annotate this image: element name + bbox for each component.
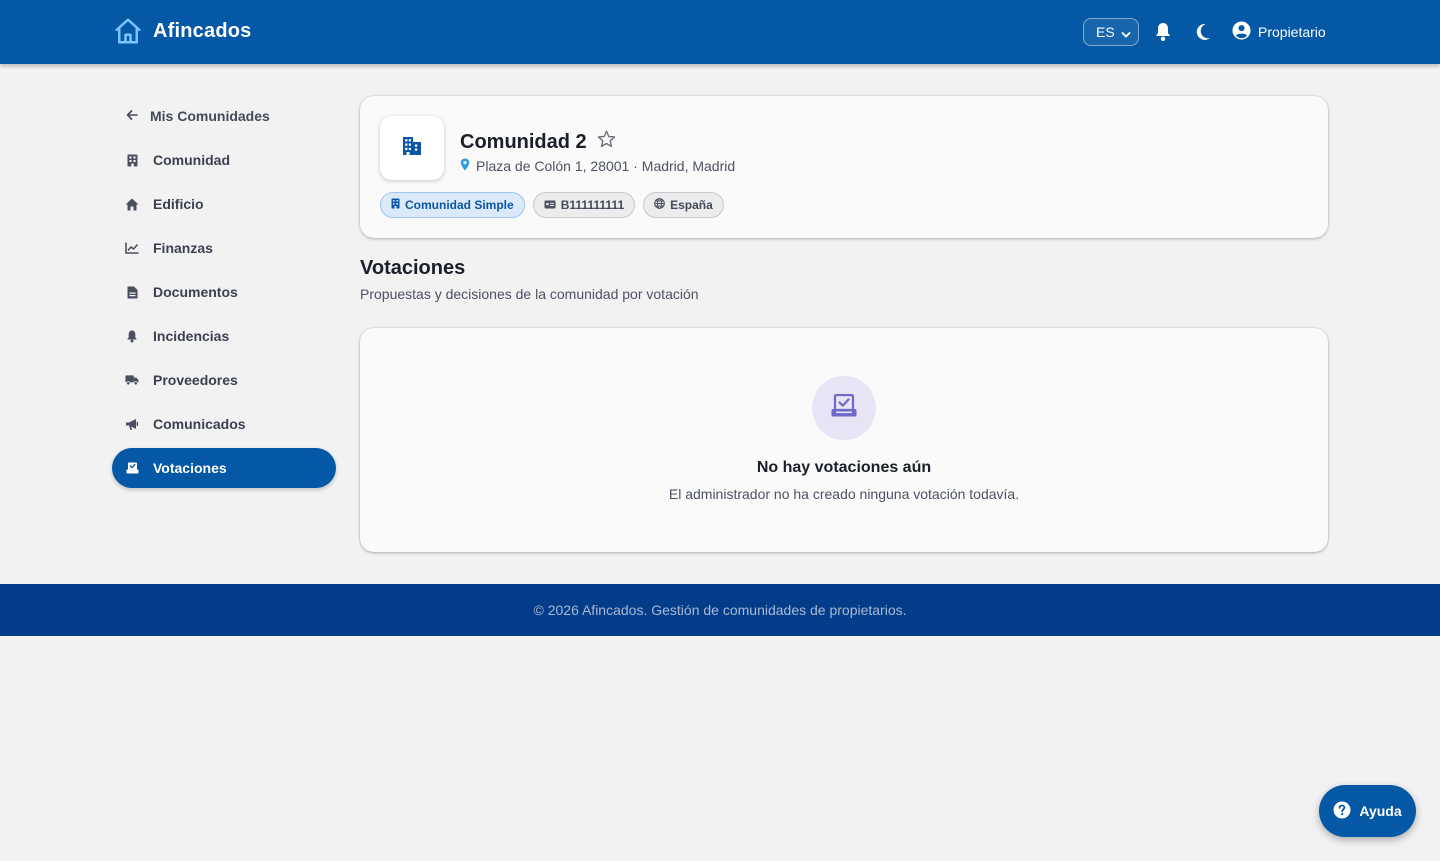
empty-state-title: No hay votaciones aún [756, 459, 932, 476]
apartment-building-icon [400, 134, 424, 163]
empty-state-card: No hay votaciones aún El administrador n… [360, 328, 1328, 552]
id-card-icon [544, 198, 556, 212]
community-type-chip: Comunidad Simple [380, 192, 525, 218]
back-link-label: Mis Comunidades [150, 108, 270, 124]
sidebar-item-votaciones[interactable]: Votaciones [112, 448, 336, 488]
country-label: España [670, 198, 713, 212]
community-header-card: Comunidad 2 Plaza de Colón 1, 28001 · Ma… [360, 96, 1328, 238]
megaphone-icon [125, 417, 139, 431]
bell-icon [125, 329, 139, 343]
brand-name: Afincados [153, 19, 252, 42]
community-chips: Comunidad Simple B111111111 España [380, 192, 724, 218]
sidebar-item-finanzas[interactable]: Finanzas [112, 228, 336, 268]
building-icon [125, 153, 139, 167]
location-pin-icon [460, 158, 470, 174]
community-address: Plaza de Colón 1, 28001 · Madrid, Madrid [460, 158, 735, 174]
building-icon [391, 198, 400, 212]
tax-id-label: B111111111 [560, 198, 625, 212]
sidebar-item-label: Incidencias [153, 328, 230, 344]
globe-icon [654, 198, 665, 212]
language-value: ES [1096, 24, 1115, 40]
chevron-down-icon [1121, 27, 1131, 43]
community-name: Comunidad 2 [460, 130, 587, 153]
chart-line-icon [125, 241, 139, 255]
community-avatar [380, 116, 444, 180]
sidebar-item-edificio[interactable]: Edificio [112, 184, 336, 224]
dark-mode-moon-icon[interactable] [1194, 22, 1212, 47]
page-subtitle: Propuestas y decisiones de la comunidad … [360, 286, 699, 302]
page-title: Votaciones [360, 257, 466, 279]
country-chip: España [643, 192, 724, 218]
truck-icon [125, 373, 139, 387]
sidebar-item-incidencias[interactable]: Incidencias [112, 316, 336, 356]
sidebar-item-documentos[interactable]: Documentos [112, 272, 336, 312]
favorite-star-icon[interactable] [597, 130, 616, 154]
help-button-label: Ayuda [1359, 803, 1402, 819]
sidebar-item-comunicados[interactable]: Comunicados [112, 404, 336, 444]
sidebar-nav: Mis Comunidades Comunidad Edificio Finan… [112, 96, 336, 488]
account-circle-icon [1232, 21, 1251, 43]
community-type-label: Comunidad Simple [405, 198, 514, 212]
sidebar-item-label: Finanzas [153, 240, 213, 256]
document-icon [125, 285, 139, 299]
tax-id-chip: B111111111 [532, 192, 636, 218]
back-to-communities-link[interactable]: Mis Comunidades [112, 96, 336, 136]
sidebar-item-label: Documentos [153, 284, 238, 300]
sidebar-item-label: Edificio [153, 196, 204, 212]
empty-state-badge [812, 376, 876, 440]
footer-copyright: © 2026 Afincados. Gestión de comunidades… [533, 602, 907, 618]
community-title: Comunidad 2 [460, 130, 616, 154]
language-select[interactable]: ES [1083, 18, 1139, 46]
user-role-label: Propietario [1258, 24, 1326, 40]
ballot-icon [830, 393, 858, 423]
sidebar-item-label: Proveedores [153, 372, 238, 388]
help-circle-icon [1333, 801, 1351, 822]
user-menu-button[interactable]: Propietario [1232, 21, 1326, 43]
sidebar-item-label: Votaciones [153, 460, 227, 476]
arrow-left-icon [126, 108, 138, 124]
address-text: Plaza de Colón 1, 28001 · Madrid, Madrid [476, 158, 736, 174]
help-button[interactable]: Ayuda [1319, 785, 1416, 837]
home-icon [113, 16, 143, 46]
top-app-bar: Afincados ES Propietario [0, 0, 1440, 64]
footer: © 2026 Afincados. Gestión de comunidades… [0, 584, 1440, 636]
sidebar-item-label: Comunicados [153, 416, 246, 432]
brand-link[interactable]: Afincados [113, 16, 251, 46]
sidebar-item-proveedores[interactable]: Proveedores [112, 360, 336, 400]
sidebar-item-comunidad[interactable]: Comunidad [112, 140, 336, 180]
empty-state-text: El administrador no ha creado ninguna vo… [668, 486, 1020, 502]
notifications-bell-icon[interactable] [1154, 22, 1172, 47]
sidebar-item-label: Comunidad [153, 152, 230, 168]
home-icon [125, 197, 139, 211]
ballot-icon [125, 461, 139, 475]
